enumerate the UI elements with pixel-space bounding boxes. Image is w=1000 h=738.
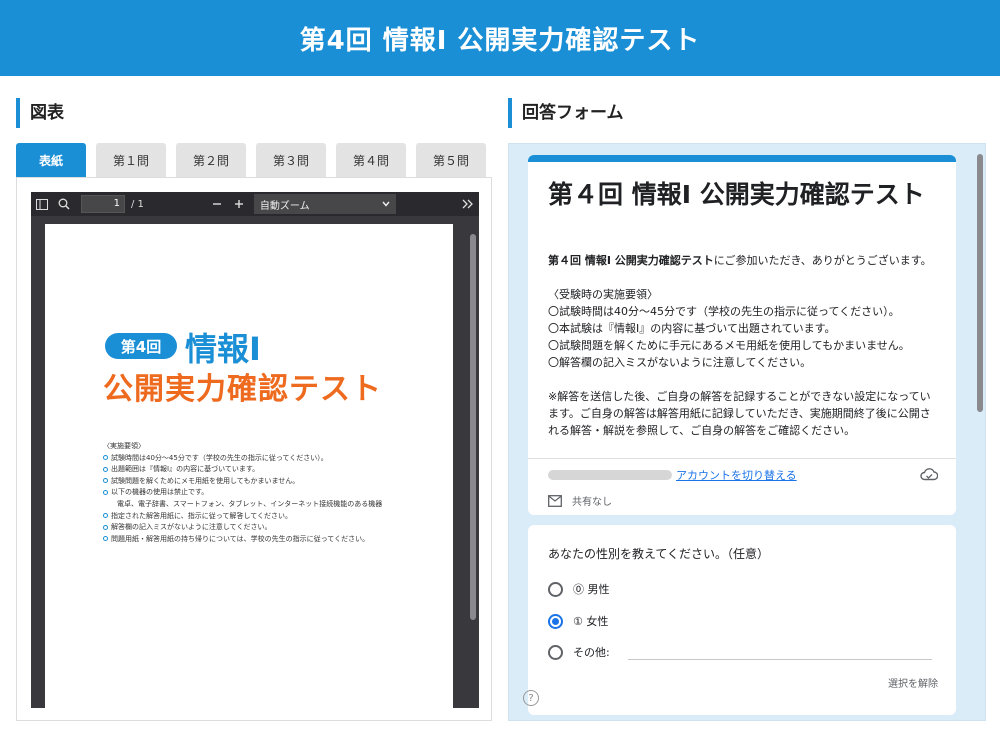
cover-notes-heading: 〈実施要領〉 <box>103 442 145 450</box>
switch-account-link[interactable]: アカウントを切り替える <box>676 467 797 483</box>
cover-badge: 第4回 <box>105 333 177 359</box>
pdf-scroll-thumb[interactable] <box>470 234 476 620</box>
list-item: 以下の機器の使用は禁止です。 <box>103 487 382 499</box>
question-card: あなたの性別を教えてください。（任意） ⓪ 男性 ① 女性 その他: 選択を解除 <box>528 525 956 715</box>
cloud-icon <box>920 468 938 481</box>
radio-button-selected[interactable] <box>548 613 563 629</box>
radio-label: ⓪ 男性 <box>573 583 610 596</box>
page-number-input[interactable]: 1 <box>81 195 125 213</box>
double-chevron-right-icon[interactable] <box>457 192 479 216</box>
list-item: 〇試験時間は40分～45分です（学校の先生の指示に従ってください）。 <box>548 305 900 318</box>
zoom-select-value: 自動ズーム <box>259 200 310 212</box>
pdf-page: 第4回 情報Ⅰ 公開実力確認テスト 〈実施要領〉 試験時間は40分～45分です（… <box>45 224 453 708</box>
list-item: 問題用紙・解答用紙の持ち帰りについては、学校の先生の指示に従ってください。 <box>103 534 382 546</box>
form-scroll-thumb[interactable] <box>977 154 983 412</box>
cover-notes: 〈実施要領〉 試験時間は40分～45分です（学校の先生の指示に従ってください）。… <box>103 441 382 545</box>
pdf-toolbar: 1 / 1 自動ズーム <box>31 192 479 216</box>
radio-option-male[interactable]: ⓪ 男性 <box>548 581 610 597</box>
other-text-input[interactable] <box>628 659 932 660</box>
zoom-select[interactable]: 自動ズーム <box>253 194 396 214</box>
tab-q4[interactable]: 第４問 <box>336 143 406 177</box>
radio-label: ① 女性 <box>573 615 609 628</box>
mail-icon <box>548 495 562 507</box>
cover-main-title: 公開実力確認テスト <box>103 372 382 407</box>
chevron-down-icon <box>382 201 390 207</box>
list-item: 指定された解答用紙に、指示に従って解答してください。 <box>103 511 382 523</box>
list-item: 試験問題を解くためにメモ用紙を使用してもかまいません。 <box>103 476 382 488</box>
page-total: / 1 <box>131 198 144 210</box>
zoom-out-icon[interactable] <box>206 192 228 216</box>
radio-option-female[interactable]: ① 女性 <box>548 613 608 629</box>
pdf-scrollbar[interactable] <box>470 228 476 698</box>
list-item: 出題範囲は『情報Ⅰ』の内容に基づいています。 <box>103 464 382 476</box>
radio-label: その他: <box>573 646 610 659</box>
intro-rest: にご参加いただき、ありがとうございます。 <box>713 254 932 267</box>
tab-q2[interactable]: 第２問 <box>176 143 246 177</box>
clear-selection-button[interactable]: 選択を解除 <box>888 675 938 690</box>
list-item: 試験時間は40分～45分です（学校の先生の指示に従ってください）。 <box>103 453 382 465</box>
tab-q5[interactable]: 第５問 <box>416 143 486 177</box>
form-panel: 第４回 情報Ⅰ 公開実力確認テスト 第４回 情報Ⅰ 公開実力確認テストにご参加い… <box>508 143 986 721</box>
list-item: 〇解答欄の記入ミスがないように注意してください。 <box>548 356 812 369</box>
form-title: 第４回 情報Ⅰ 公開実力確認テスト <box>548 180 925 209</box>
account-bar: アカウントを切り替える 共有なし <box>528 458 956 515</box>
list-item: 解答欄の記入ミスがないように注意してください。 <box>103 522 382 534</box>
figure-tabs: 表紙 第１問 第２問 第３問 第４問 第５問 <box>16 143 492 177</box>
sidebar-toggle-icon[interactable] <box>31 192 53 216</box>
blurred-email <box>548 470 672 480</box>
tab-cover[interactable]: 表紙 <box>16 143 86 177</box>
left-section-title: 図表 <box>16 98 64 128</box>
radio-option-other[interactable]: その他: <box>548 644 610 660</box>
pdf-viewer: 1 / 1 自動ズーム 第4回 情報Ⅰ 公開実力確認テスト 〈実施要領〉 試験時… <box>31 192 479 708</box>
form-scrollbar[interactable] <box>977 154 983 714</box>
form-note: ※解答を送信した後、ご自身の解答を記録することができない設定になっています。ご自… <box>548 390 931 437</box>
page-header: 第4回 情報Ⅰ 公開実力確認テスト <box>0 0 1000 76</box>
share-status: 共有なし <box>572 497 612 508</box>
tab-q3[interactable]: 第３問 <box>256 143 326 177</box>
list-item: 〇試験問題を解くために手元にあるメモ用紙を使用してもかまいません。 <box>548 339 910 352</box>
tab-q1[interactable]: 第１問 <box>96 143 166 177</box>
radio-button[interactable] <box>548 644 563 660</box>
figure-panel: 1 / 1 自動ズーム 第4回 情報Ⅰ 公開実力確認テスト 〈実施要領〉 試験時… <box>16 177 492 721</box>
list-item: 電卓、電子辞書、スマートフォン、タブレット、インターネット接続機能のある機器 <box>117 499 383 508</box>
form-header-card: 第４回 情報Ⅰ 公開実力確認テスト 第４回 情報Ⅰ 公開実力確認テストにご参加い… <box>528 155 956 515</box>
radio-button[interactable] <box>548 581 563 597</box>
right-section-title: 回答フォーム <box>508 98 624 128</box>
intro-bold: 第４回 情報Ⅰ 公開実力確認テスト <box>548 254 714 267</box>
rules-heading: 〈受験時の実施要領〉 <box>548 288 658 301</box>
question-title: あなたの性別を教えてください。（任意） <box>548 547 770 561</box>
help-icon[interactable]: ? <box>523 690 539 706</box>
list-item: 〇本試験は『情報Ⅰ』の内容に基づいて出題されています。 <box>548 322 836 335</box>
form-description: 第４回 情報Ⅰ 公開実力確認テストにご参加いただき、ありがとうございます。 〈受… <box>548 252 938 439</box>
zoom-in-icon[interactable] <box>228 192 250 216</box>
page-title: 第4回 情報Ⅰ 公開実力確認テスト <box>299 25 701 56</box>
search-icon[interactable] <box>53 192 75 216</box>
